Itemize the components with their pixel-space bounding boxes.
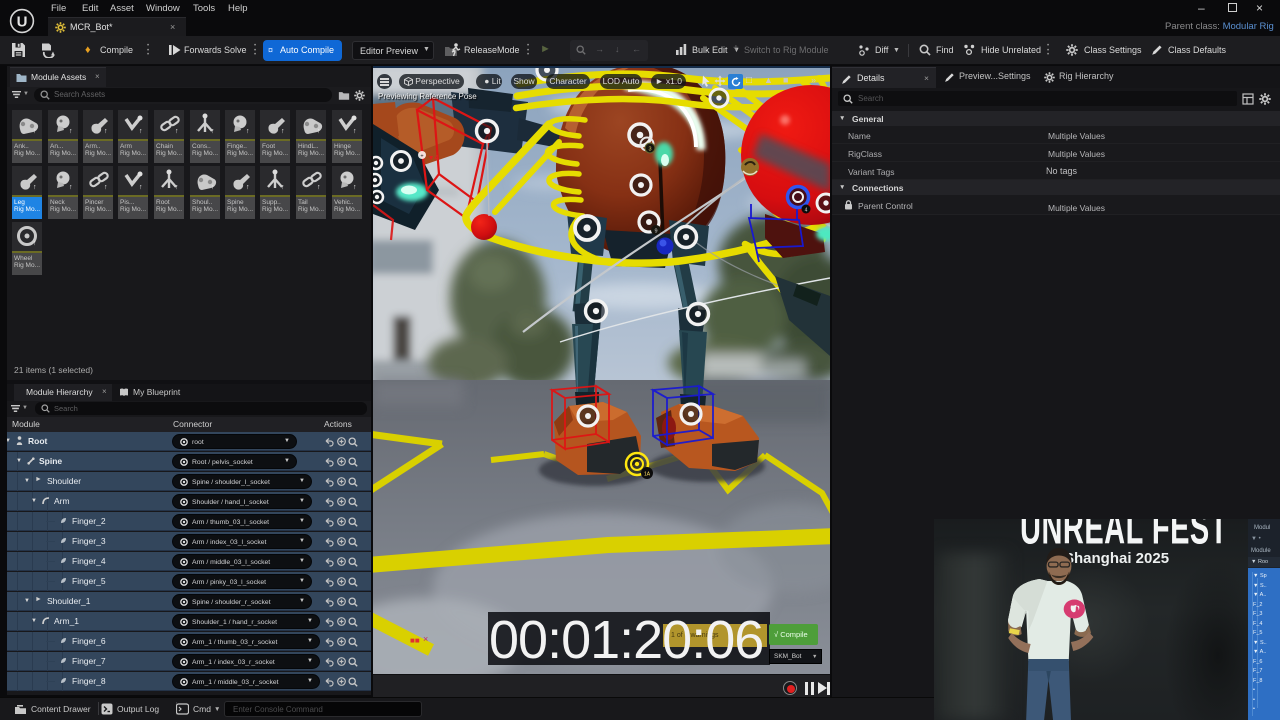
svg-text:3: 3 [648,147,651,153]
svg-text:4: 4 [805,208,808,214]
svg-text:▼4: ▼4 [428,155,439,162]
svg-text:U: U [17,14,28,31]
svg-text:9: 9 [654,229,657,235]
svg-text:+: + [420,154,423,160]
svg-text:1A: 1A [644,472,651,478]
